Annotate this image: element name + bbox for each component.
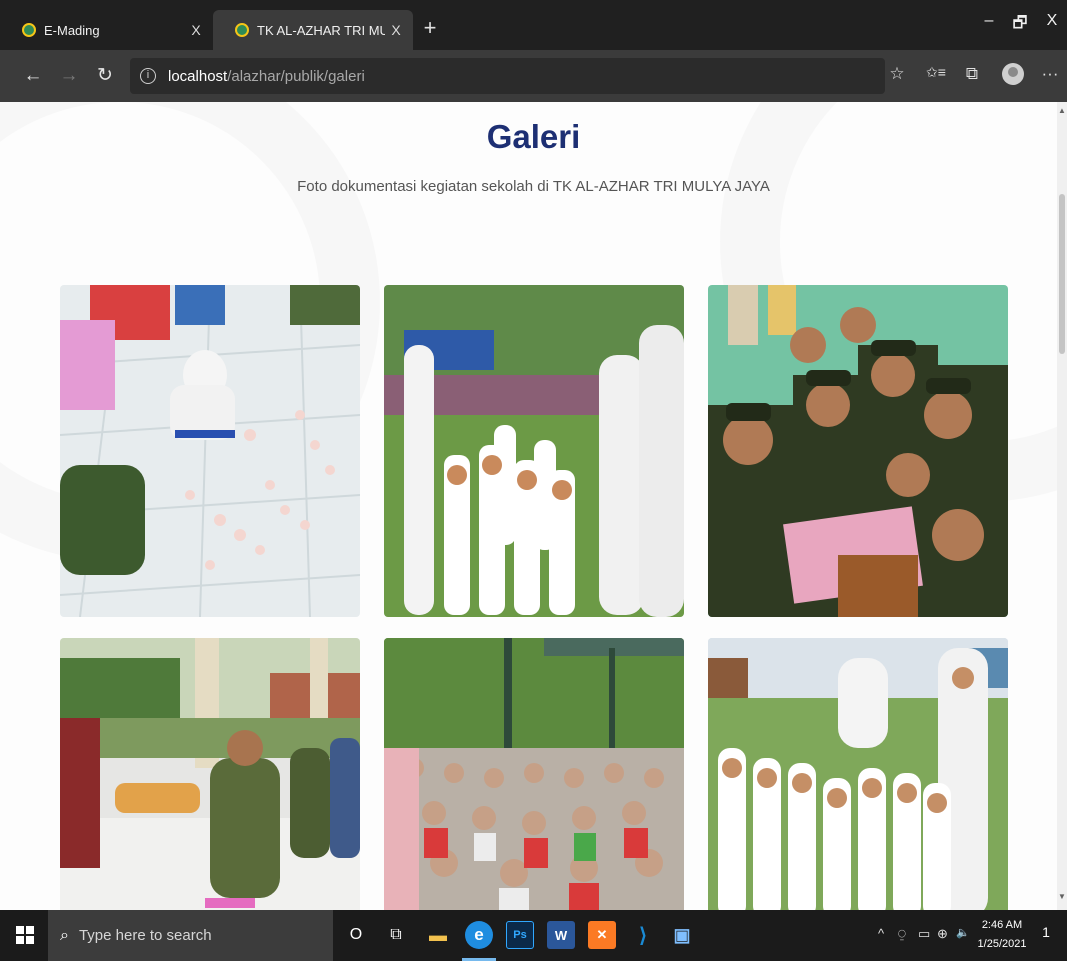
site-favicon-icon — [22, 23, 36, 37]
gallery-photo-image — [60, 285, 360, 617]
close-tab-icon[interactable]: X — [385, 22, 407, 38]
browser-toolbar: ← → ↻ i localhost/alazhar/publik/galeri … — [0, 50, 1067, 102]
site-favicon-icon — [235, 23, 249, 37]
gallery-photo[interactable] — [708, 638, 1008, 910]
more-menu-icon[interactable]: ··· — [1036, 64, 1064, 84]
tab-galeri[interactable]: TK AL-AZHAR TRI MULYA JAYA X — [213, 10, 413, 50]
page-title: Galeri — [486, 118, 581, 155]
url-path: /alazhar/publik/galeri — [227, 67, 365, 85]
gallery-photo[interactable] — [60, 285, 360, 617]
gallery-photo[interactable] — [384, 285, 684, 617]
collections-icon[interactable]: ⧉ — [958, 64, 986, 84]
gallery-photo-image — [708, 285, 1008, 617]
url-host: localhost — [168, 67, 228, 85]
network-icon[interactable]: ⊕ — [937, 926, 948, 942]
volume-icon[interactable]: 🔈 — [956, 926, 970, 939]
taskbar-search-input[interactable]: ⌕ Type here to search — [48, 910, 333, 961]
xampp-icon[interactable]: ✕ — [588, 921, 616, 949]
forward-button[interactable]: → — [56, 64, 82, 88]
close-tab-icon[interactable]: X — [185, 22, 207, 38]
scrollbar-thumb[interactable] — [1059, 194, 1065, 354]
notification-count: 1 — [1042, 924, 1050, 940]
search-placeholder: Type here to search — [78, 927, 212, 944]
search-icon: ⌕ — [60, 926, 69, 944]
scroll-down-icon[interactable]: ▼ — [1058, 892, 1066, 901]
photoshop-icon[interactable]: Ps — [506, 921, 534, 949]
photos-app-icon[interactable]: ▣ — [668, 921, 696, 949]
restore-button[interactable]: 🗗 — [1005, 12, 1035, 39]
battery-icon[interactable]: ▭ — [918, 926, 930, 942]
page-viewport: Galeri Foto dokumentasi kegiatan sekolah… — [0, 102, 1057, 910]
task-view-icon[interactable]: ⧉ — [382, 921, 410, 949]
page-subtitle: Foto dokumentasi kegiatan sekolah di TK … — [297, 178, 770, 195]
gallery-photo-image — [60, 638, 360, 910]
tab-title: TK AL-AZHAR TRI MULYA JAYA — [257, 22, 385, 38]
back-button[interactable]: ← — [20, 64, 46, 88]
address-bar[interactable]: i localhost/alazhar/publik/galeri — [130, 58, 885, 94]
start-windows-icon[interactable] — [16, 926, 34, 944]
windows-taskbar: ⌕ Type here to search O ⧉ ▬ e Ps W ✕ ⟩ ▣… — [0, 910, 1067, 961]
cortana-icon[interactable]: O — [342, 921, 370, 949]
profile-avatar[interactable] — [1002, 63, 1024, 85]
gallery-photo[interactable] — [708, 285, 1008, 617]
word-icon[interactable]: W — [547, 921, 575, 949]
tray-chevron-icon[interactable]: ^ — [878, 926, 884, 941]
clock-date: 1/25/2021 — [977, 938, 1027, 950]
meet-now-icon[interactable]: ⍜ — [898, 926, 906, 942]
site-info-icon[interactable]: i — [140, 68, 156, 84]
page-scrollbar[interactable]: ▲ ▼ — [1057, 102, 1067, 910]
gallery-photo-image — [384, 285, 684, 617]
gallery-photo-image — [384, 638, 684, 910]
notification-center-icon[interactable]: 1 — [1036, 924, 1056, 944]
browser-tab-bar: E-Mading X TK AL-AZHAR TRI MULYA JAYA X … — [0, 0, 1067, 52]
close-window-button[interactable]: X — [1037, 12, 1067, 30]
tab-title: E-Mading — [44, 22, 100, 38]
clock-time: 2:46 AM — [981, 919, 1023, 931]
vscode-icon[interactable]: ⟩ — [629, 921, 657, 949]
taskbar-clock[interactable]: 2:46 AM 1/25/2021 — [975, 916, 1029, 954]
favorites-list-icon[interactable]: ✩≡ — [922, 64, 950, 81]
minimize-button[interactable]: – — [974, 12, 1004, 30]
refresh-button[interactable]: ↻ — [92, 64, 118, 88]
new-tab-button[interactable]: + — [418, 14, 442, 42]
gallery-photo[interactable] — [384, 638, 684, 910]
scroll-up-icon[interactable]: ▲ — [1058, 106, 1066, 115]
gallery-photo[interactable] — [60, 638, 360, 910]
favorite-star-icon[interactable]: ☆ — [883, 64, 911, 84]
tab-e-mading[interactable]: E-Mading X — [0, 10, 213, 50]
file-explorer-icon[interactable]: ▬ — [424, 921, 452, 949]
gallery-photo-image — [708, 638, 1008, 910]
edge-browser-icon[interactable]: e — [465, 921, 493, 949]
